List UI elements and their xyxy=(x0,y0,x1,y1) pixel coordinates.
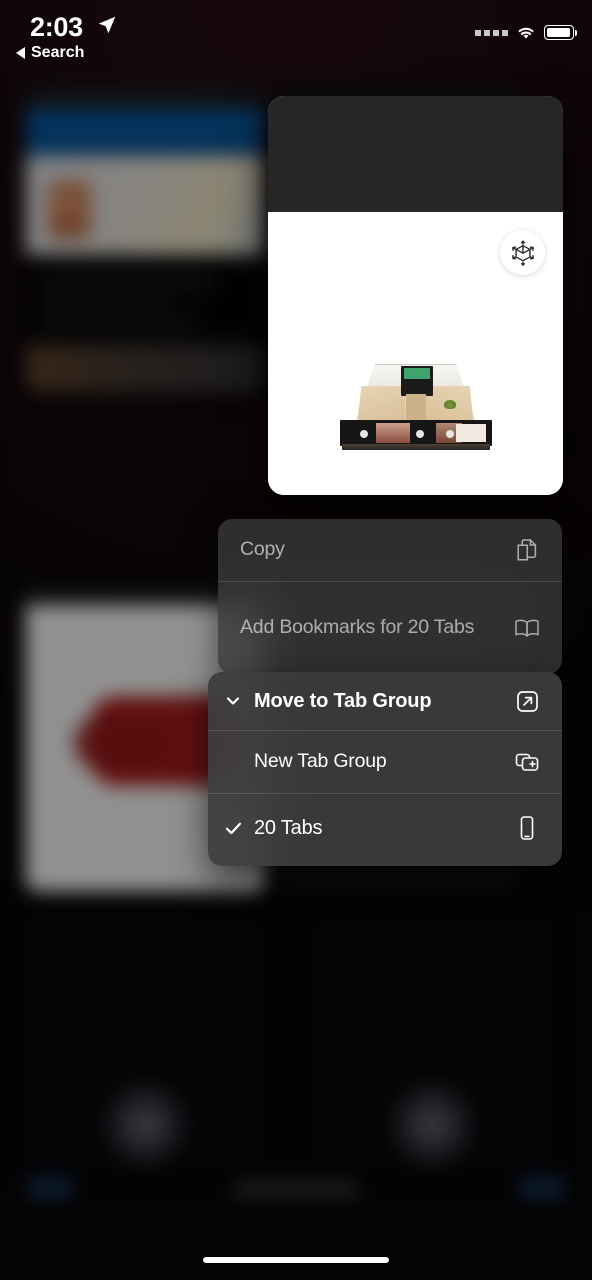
iphone-icon xyxy=(512,813,542,843)
ar-cube-icon[interactable] xyxy=(500,230,545,275)
wifi-icon xyxy=(518,27,534,39)
card-header-bar xyxy=(268,96,563,212)
context-menu-panel-submenu: Move to Tab Group New Tab Group 20 Tabs xyxy=(208,672,562,866)
status-bar-indicators xyxy=(475,24,578,41)
home-indicator-bar xyxy=(203,1257,389,1263)
iphone-screen: 2:03 Search Copy Add Bookmarks for 20 Ta… xyxy=(0,0,592,1280)
arrow-up-right-square-icon xyxy=(512,686,542,716)
context-menu-panel-primary: Copy Add Bookmarks for 20 Tabs xyxy=(218,519,562,674)
back-label: Search xyxy=(31,44,85,61)
location-arrow-icon xyxy=(98,16,116,34)
battery-full-icon xyxy=(544,25,578,40)
menu-item-add-bookmarks[interactable]: Add Bookmarks for 20 Tabs xyxy=(218,582,562,674)
menu-item-20-tabs[interactable]: 20 Tabs xyxy=(208,793,562,863)
menu-item-label: New Tab Group xyxy=(254,749,387,772)
menu-item-new-tab-group[interactable]: New Tab Group xyxy=(208,731,562,793)
menu-item-label: Copy xyxy=(240,538,285,561)
menu-item-label: 20 Tabs xyxy=(254,816,323,839)
checkmark-icon xyxy=(222,817,244,839)
new-tab-group-plus-icon xyxy=(512,747,542,777)
menu-item-copy[interactable]: Copy xyxy=(218,519,562,581)
chevron-down-icon xyxy=(222,690,244,712)
menu-item-move-to-tab-group[interactable]: Move to Tab Group xyxy=(208,672,562,730)
floor-plan-3d-model xyxy=(339,360,492,452)
cellular-dots-icon xyxy=(475,29,508,36)
back-to-search-button[interactable]: Search xyxy=(16,44,84,62)
status-bar: 2:03 Search xyxy=(0,0,592,74)
back-caret-icon xyxy=(16,47,25,59)
menu-item-label: Move to Tab Group xyxy=(254,689,432,712)
menu-item-label: Add Bookmarks for 20 Tabs xyxy=(240,615,475,638)
status-bar-time: 2:03 xyxy=(30,12,83,42)
focused-tab-card[interactable] xyxy=(268,96,563,495)
card-webpage-content xyxy=(268,212,563,495)
copy-doc-on-doc-icon xyxy=(512,535,542,565)
book-icon xyxy=(512,613,542,643)
